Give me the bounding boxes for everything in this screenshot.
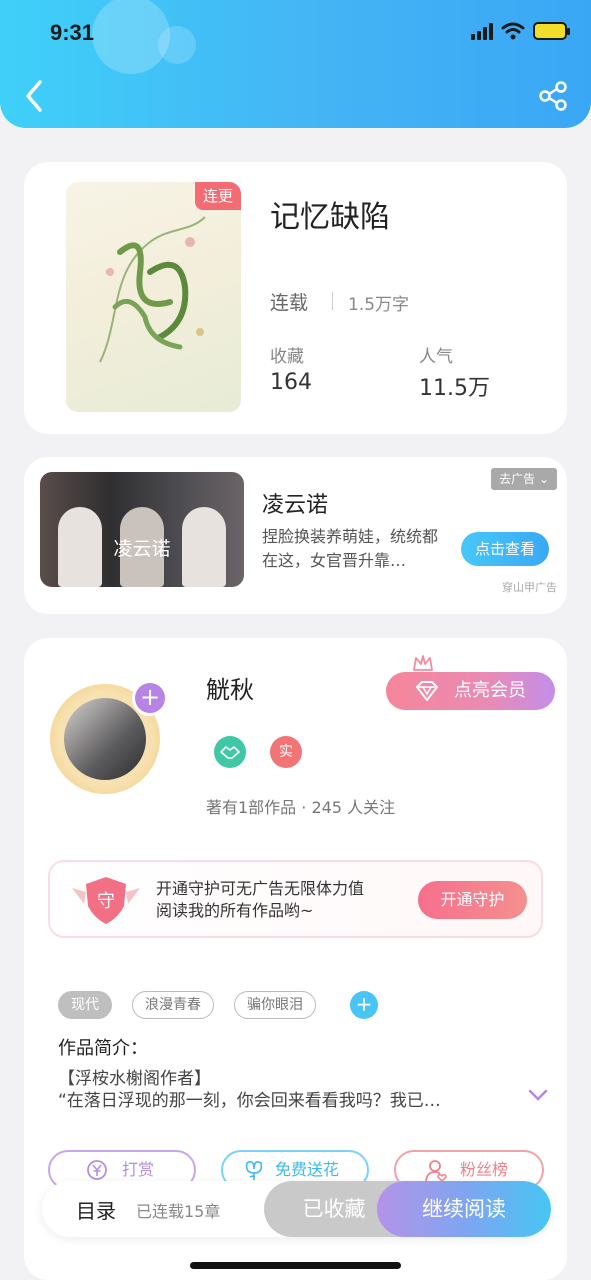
bottom-action-bar: 目录 已连载15章 已收藏 继续阅读 <box>42 1181 551 1237</box>
book-title: 记忆缺陷 <box>270 200 390 235</box>
guard-text-line: 阅读我的所有作品哟~ <box>156 901 314 920</box>
ad-title: 凌云诺 <box>262 493 329 518</box>
crown-icon <box>413 655 433 671</box>
home-indicator <box>190 1262 401 1269</box>
favorites-value: 164 <box>270 370 312 395</box>
back-icon[interactable] <box>20 78 50 114</box>
guard-banner: 守 开通守护可无广告无限体力值 阅读我的所有作品哟~ 开通守护 <box>48 860 543 938</box>
follow-plus-icon[interactable]: + <box>132 680 168 716</box>
popularity-value: 11.5万 <box>419 376 490 401</box>
share-icon[interactable] <box>537 80 569 112</box>
tag[interactable]: 现代 <box>58 991 112 1019</box>
wifi-icon <box>501 22 525 40</box>
intro-text: 【浮桉水榭阁作者】 “在落日浮现的那一刻，你会回来看看我吗？我已… <box>58 1068 508 1112</box>
remove-ad-label: 去广告 <box>499 472 536 486</box>
fans-icon <box>425 1160 447 1183</box>
toc-button[interactable]: 目录 <box>76 1195 116 1224</box>
yen-icon <box>87 1160 107 1180</box>
signal-icon <box>471 22 493 40</box>
intro-line: 【浮桉水榭阁作者】 <box>58 1069 211 1089</box>
status-time: 9:31 <box>50 20 95 45</box>
favorites-label: 收藏 <box>270 347 304 367</box>
intro-label: 作品简介： <box>58 1038 148 1059</box>
ad-view-button[interactable]: 点击查看 <box>461 532 549 566</box>
word-count: 1.5万字 <box>348 295 410 315</box>
serial-update-badge: 连更 <box>195 182 241 210</box>
intro-line: “在落日浮现的那一刻，你会回来看看我吗？我已… <box>58 1091 441 1111</box>
verified-badge: 实 <box>270 736 302 768</box>
chevron-down-icon: ⌄ <box>538 472 549 486</box>
flower-icon <box>245 1161 263 1180</box>
guard-shield-icon: 守 <box>72 877 140 924</box>
guard-text: 开通守护可无广告无限体力值 阅读我的所有作品哟~ <box>156 878 364 922</box>
author-meta: 著有1部作品 · 245 人关注 <box>206 798 396 817</box>
expand-chevron-icon[interactable] <box>528 1088 548 1102</box>
battery-icon <box>533 22 570 40</box>
status-icons <box>471 22 570 40</box>
book-status: 连载 <box>270 292 309 314</box>
tag[interactable]: 骗你眼泪 <box>234 991 316 1019</box>
cover-art-image <box>99 216 206 363</box>
diamond-icon <box>416 681 438 701</box>
handshake-badge-icon <box>214 736 246 768</box>
guard-text-line: 开通守护可无广告无限体力值 <box>156 879 365 898</box>
add-tag-icon[interactable]: + <box>350 991 378 1019</box>
open-guard-button[interactable]: 开通守护 <box>418 881 527 919</box>
vip-label: 点亮会员 <box>454 680 526 701</box>
divider <box>332 292 333 310</box>
svg-text:守: 守 <box>97 891 115 912</box>
avatar <box>64 698 146 780</box>
popularity-label: 人气 <box>419 347 453 367</box>
ad-description: 捏脸换装养萌娃，统统都在这，女官晋升靠… <box>262 527 439 570</box>
ad-card[interactable]: 凌云诺 凌云诺 捏脸换装养萌娃，统统都在这，女官晋升靠… 去广告 ⌄ 点击查看 … <box>24 457 567 614</box>
ad-source: 穿山甲广告 <box>502 581 557 594</box>
tag[interactable]: 浪漫青春 <box>132 991 214 1019</box>
decor-bubble <box>158 26 196 64</box>
continue-reading-button[interactable]: 继续阅读 <box>377 1181 551 1237</box>
decor-bubble <box>92 0 170 74</box>
ad-image[interactable]: 凌云诺 <box>40 472 244 587</box>
chapter-count: 已连载15章 <box>136 1202 221 1221</box>
header: 9:31 <box>0 0 591 128</box>
remove-ad-button[interactable]: 去广告 ⌄ <box>491 468 557 490</box>
author-name: 觥秋 <box>206 676 254 704</box>
vip-button[interactable]: 点亮会员 <box>386 672 555 710</box>
ad-image-label: 凌云诺 <box>113 538 171 560</box>
book-cover[interactable]: 连更 <box>66 182 241 412</box>
book-info-card: 连更 记忆缺陷 连载 1.5万字 收藏 164 人气 11.5万 <box>24 162 567 434</box>
